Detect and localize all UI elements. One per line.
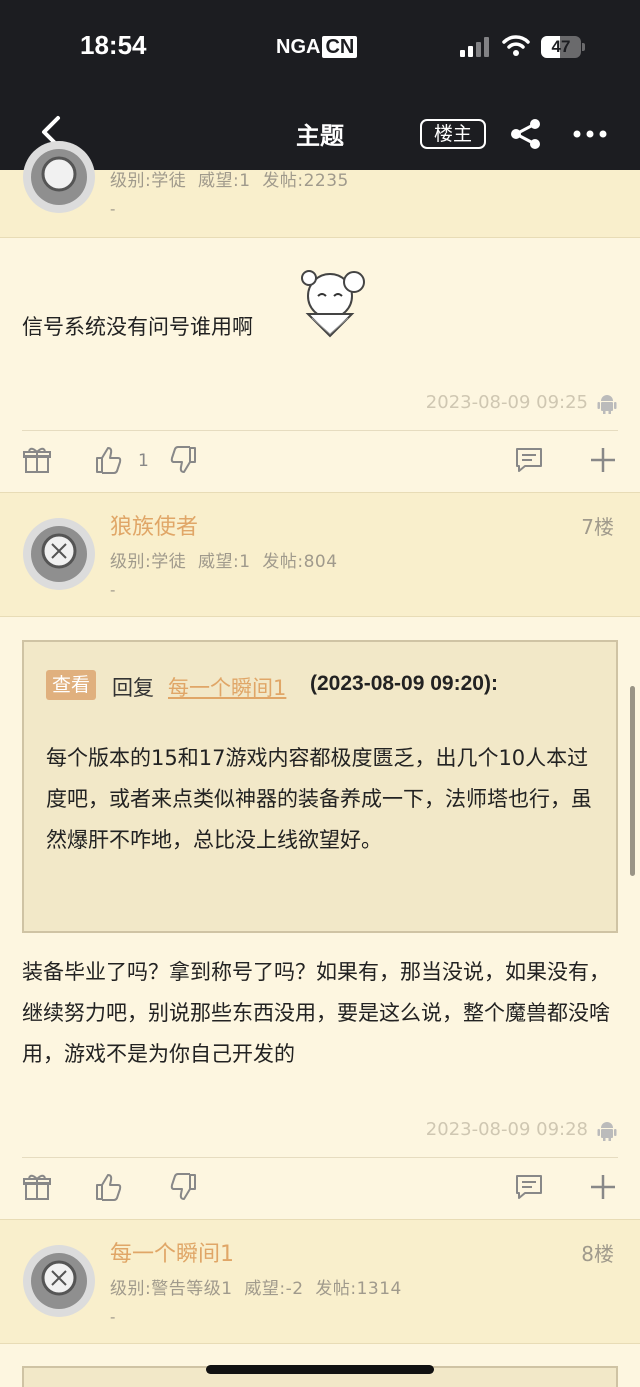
meta-dash: - xyxy=(110,1308,116,1326)
post-timestamp: 2023-08-09 09:28 xyxy=(425,1119,588,1140)
post-content: 装备毕业了吗？拿到称号了吗？如果有，那当没说，如果没有，继续努力吧，别说那些东西… xyxy=(22,960,610,1066)
user-meta: 级别:学徒 威望:1 发帖:2235 xyxy=(110,171,349,191)
plus-icon[interactable] xyxy=(588,445,618,475)
status-time: 18:54 xyxy=(80,30,147,60)
logo-text: NGA xyxy=(276,36,321,58)
post-header-7: 狼族使者 7楼 级别:学徒 威望:1 发帖:804 - xyxy=(0,492,640,617)
quoted-time: (2023-08-09 09:20): xyxy=(310,672,498,695)
divider xyxy=(22,1157,618,1158)
plus-icon[interactable] xyxy=(588,1172,618,1202)
user-meta: 级别:警告等级1 威望:-2 发帖:1314 xyxy=(110,1279,402,1299)
quoted-username[interactable]: 每一个瞬间1 xyxy=(168,672,286,702)
nga-logo: NGA CN xyxy=(276,36,358,59)
comment-icon[interactable] xyxy=(514,1172,544,1202)
battery-level: 47 xyxy=(551,37,571,56)
view-quote-button[interactable]: 查看 xyxy=(46,670,97,700)
thumb-down-icon[interactable] xyxy=(168,445,198,475)
top-bar: 18:54 NGA CN 47 主题 楼主 xyxy=(0,0,640,170)
battery-icon: 47 xyxy=(541,36,585,58)
post-timestamp: 2023-08-09 09:25 xyxy=(425,392,588,413)
quoted-text: 每个版本的15和17游戏内容都极度匮乏，出几个10人本过度吧，或者来点类似神器的… xyxy=(46,746,592,852)
username[interactable]: 每一个瞬间1 xyxy=(110,1236,234,1268)
gift-icon[interactable] xyxy=(22,445,52,475)
post-header-6: 级别:学徒 威望:1 发帖:2235 - xyxy=(0,141,640,238)
floor-number: 7楼 xyxy=(581,515,614,539)
android-icon xyxy=(597,1122,617,1141)
sticker-image xyxy=(301,270,365,338)
android-icon xyxy=(597,395,617,414)
meta-dash: - xyxy=(110,200,116,218)
thumb-up-icon[interactable] xyxy=(94,445,124,475)
floor-number: 8楼 xyxy=(581,1242,614,1266)
gift-icon[interactable] xyxy=(22,1172,52,1202)
home-indicator xyxy=(206,1365,434,1374)
like-count: 1 xyxy=(138,451,149,471)
scrollbar-thumb[interactable] xyxy=(630,686,635,876)
page-title: 主题 xyxy=(296,122,344,150)
divider xyxy=(22,430,618,431)
wifi-icon xyxy=(502,35,530,56)
share-icon[interactable] xyxy=(508,116,544,152)
meta-dash: - xyxy=(110,581,116,599)
comment-icon[interactable] xyxy=(514,445,544,475)
signal-icon xyxy=(460,37,492,57)
more-icon[interactable] xyxy=(570,116,610,152)
user-meta: 级别:学徒 威望:1 发帖:804 xyxy=(110,552,338,572)
post-header-8: 每一个瞬间1 8楼 级别:警告等级1 威望:-2 发帖:1314 - xyxy=(0,1219,640,1344)
thumb-down-icon[interactable] xyxy=(168,1172,198,1202)
avatar[interactable] xyxy=(22,1244,96,1318)
thumb-up-icon[interactable] xyxy=(94,1172,124,1202)
username[interactable]: 狼族使者 xyxy=(110,509,198,541)
op-only-button[interactable]: 楼主 xyxy=(420,119,486,149)
avatar[interactable] xyxy=(22,517,96,591)
avatar[interactable] xyxy=(22,140,96,214)
reply-label: 回复 xyxy=(112,676,154,700)
quote-box: 查看 回复 每一个瞬间1 (2023-08-09 09:20): 每个版本的15… xyxy=(22,640,618,933)
logo-suffix: CN xyxy=(322,36,358,58)
